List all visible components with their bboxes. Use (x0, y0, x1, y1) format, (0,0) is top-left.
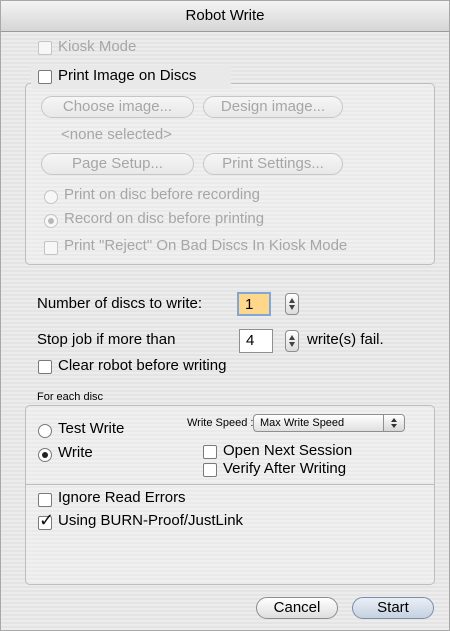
write-speed-label: Write Speed : (187, 417, 254, 429)
start-button[interactable]: Start (352, 597, 434, 619)
verify-after-writing-checkbox[interactable] (203, 463, 217, 477)
open-next-session-checkbox[interactable] (203, 445, 217, 459)
print-reject-label: Print "Reject" On Bad Discs In Kiosk Mod… (64, 237, 348, 254)
stepper-down-icon (289, 304, 295, 310)
checkmark-icon: ✓ (39, 510, 55, 530)
number-of-discs-label: Number of discs to write: (37, 295, 203, 312)
kiosk-mode-label: Kiosk Mode (58, 38, 137, 55)
print-image-label: Print Image on Discs (58, 67, 197, 84)
test-write-radio[interactable] (38, 424, 52, 438)
write-speed-popup[interactable]: Max Write Speed (253, 414, 405, 432)
print-settings-button[interactable]: Print Settings... (203, 153, 343, 175)
clear-robot-label: Clear robot before writing (58, 357, 227, 374)
print-reject-checkbox[interactable] (44, 241, 58, 255)
test-write-label: Test Write (58, 420, 125, 437)
verify-after-writing-label: Verify After Writing (223, 460, 347, 477)
radio-selected-dot (42, 452, 48, 458)
burn-proof-label: Using BURN-Proof/JustLink (58, 512, 244, 529)
kiosk-mode-checkbox[interactable] (38, 41, 52, 55)
clear-robot-checkbox[interactable] (38, 360, 52, 374)
ignore-read-errors-label: Ignore Read Errors (58, 489, 186, 506)
print-before-recording-radio[interactable] (44, 190, 58, 204)
write-speed-value: Max Write Speed (260, 417, 345, 429)
burn-proof-checkbox[interactable]: ✓ (38, 511, 54, 530)
open-next-session-label: Open Next Session (223, 442, 353, 459)
page-setup-button[interactable]: Page Setup... (41, 153, 194, 175)
design-image-button[interactable]: Design image... (203, 96, 343, 118)
choose-image-button[interactable]: Choose image... (41, 96, 194, 118)
print-image-checkbox[interactable] (38, 70, 52, 84)
radio-selected-dot (48, 218, 54, 224)
number-of-discs-field[interactable]: 1 (237, 292, 271, 316)
section-divider (26, 484, 434, 485)
number-of-discs-stepper[interactable] (285, 293, 299, 315)
stop-job-suffix: write(s) fail. (307, 331, 384, 348)
write-label: Write (58, 444, 93, 461)
stop-job-label: Stop job if more than (37, 331, 176, 348)
window-title: Robot Write (1, 1, 449, 32)
record-before-printing-radio[interactable] (44, 214, 58, 228)
print-before-recording-label: Print on disc before recording (64, 186, 260, 203)
for-each-disc-label: For each disc (37, 391, 104, 403)
ignore-read-errors-checkbox[interactable] (38, 493, 52, 507)
robot-write-dialog: Robot Write Kiosk Mode Print Image on Di… (0, 0, 450, 631)
stop-job-stepper[interactable] (285, 330, 299, 352)
stop-job-field[interactable]: 4 (239, 329, 273, 353)
popup-arrows-icon (383, 415, 404, 431)
cancel-button[interactable]: Cancel (256, 597, 338, 619)
record-before-printing-label: Record on disc before printing (64, 210, 265, 227)
selected-image-text: <none selected> (61, 126, 172, 143)
write-radio[interactable] (38, 448, 52, 462)
stepper-down-icon (289, 341, 295, 347)
